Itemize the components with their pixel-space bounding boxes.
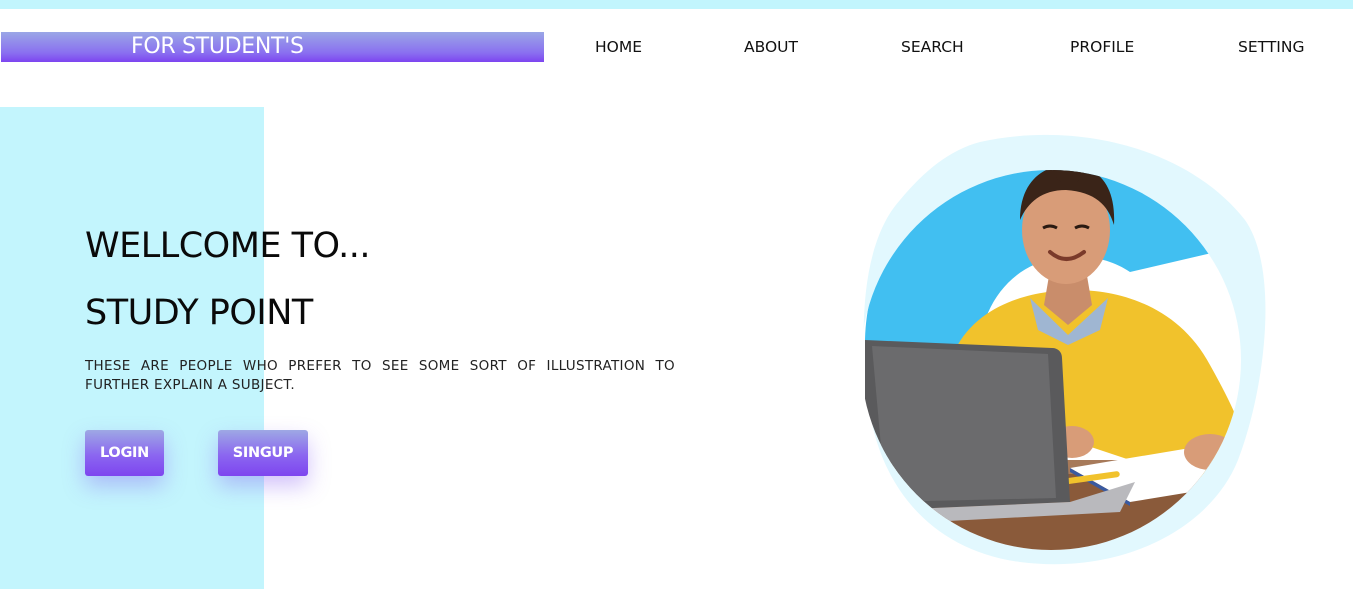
student-laptop-illustration [861,134,1266,565]
nav-search[interactable]: SEARCH [901,37,964,57]
logo-banner[interactable]: FOR STUDENT'S [1,32,544,62]
hero-title-line2: STUDY POINT [85,293,313,333]
hero-accent-panel [0,107,264,589]
nav-about[interactable]: ABOUT [744,37,798,57]
hero-illustration [860,130,1270,570]
hero-title-line1: WELLCOME TO... [85,226,371,266]
nav-setting[interactable]: SETTING [1238,37,1304,57]
hero-description: THESE ARE PEOPLE WHO PREFER TO SEE SOME … [85,358,675,393]
signup-button[interactable]: SINGUP [218,430,308,476]
logo-text: FOR STUDENT'S [131,34,304,59]
top-accent-strip [0,0,1353,9]
nav-home[interactable]: HOME [595,37,642,57]
login-button[interactable]: LOGIN [85,430,164,476]
nav-profile[interactable]: PROFILE [1070,37,1134,57]
